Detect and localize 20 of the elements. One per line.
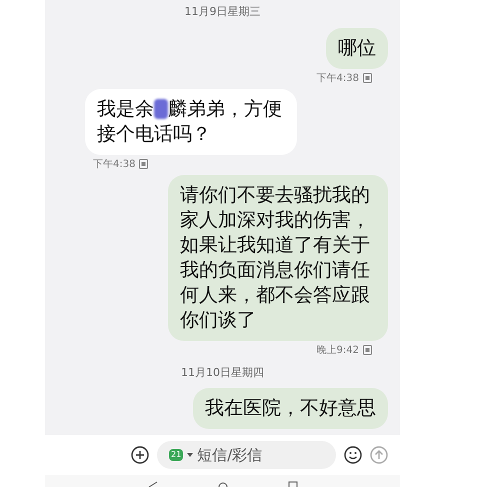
caret-icon xyxy=(187,453,194,457)
sent-message-bubble: 哪位 xyxy=(326,28,388,68)
date-label: 11月10日星期四 xyxy=(181,364,264,380)
message-time: 晚上9:42 xyxy=(316,344,359,358)
sim-card-icon xyxy=(139,159,148,169)
sent-message-bubble: 请你们不要去骚扰我的家人加深对我的伤害，如果让我知道了有关于我的负面消息你们请任何人来，都不会答应跟你们谈了 xyxy=(168,174,388,340)
sim-badge[interactable]: 21 xyxy=(169,449,184,461)
message-input-field[interactable]: 21 短信/彩信 xyxy=(157,441,336,469)
add-icon[interactable] xyxy=(131,446,149,464)
home-icon[interactable] xyxy=(218,481,228,487)
date-label: 11月9日星期三 xyxy=(184,4,260,20)
sim-card-icon xyxy=(363,73,372,83)
message-time: 下午4:38 xyxy=(93,158,136,172)
recents-icon[interactable] xyxy=(288,481,298,487)
sent-message-bubble: 我在医院，不好意思 xyxy=(193,388,388,429)
sim-card-icon xyxy=(363,345,372,355)
message-time: 下午4:38 xyxy=(316,72,359,86)
received-message-bubble: 我是余 麟弟弟，方便接个电话吗？ xyxy=(85,88,297,154)
emoji-icon[interactable] xyxy=(344,446,362,464)
text-input[interactable]: 短信/彩信 xyxy=(197,444,298,466)
